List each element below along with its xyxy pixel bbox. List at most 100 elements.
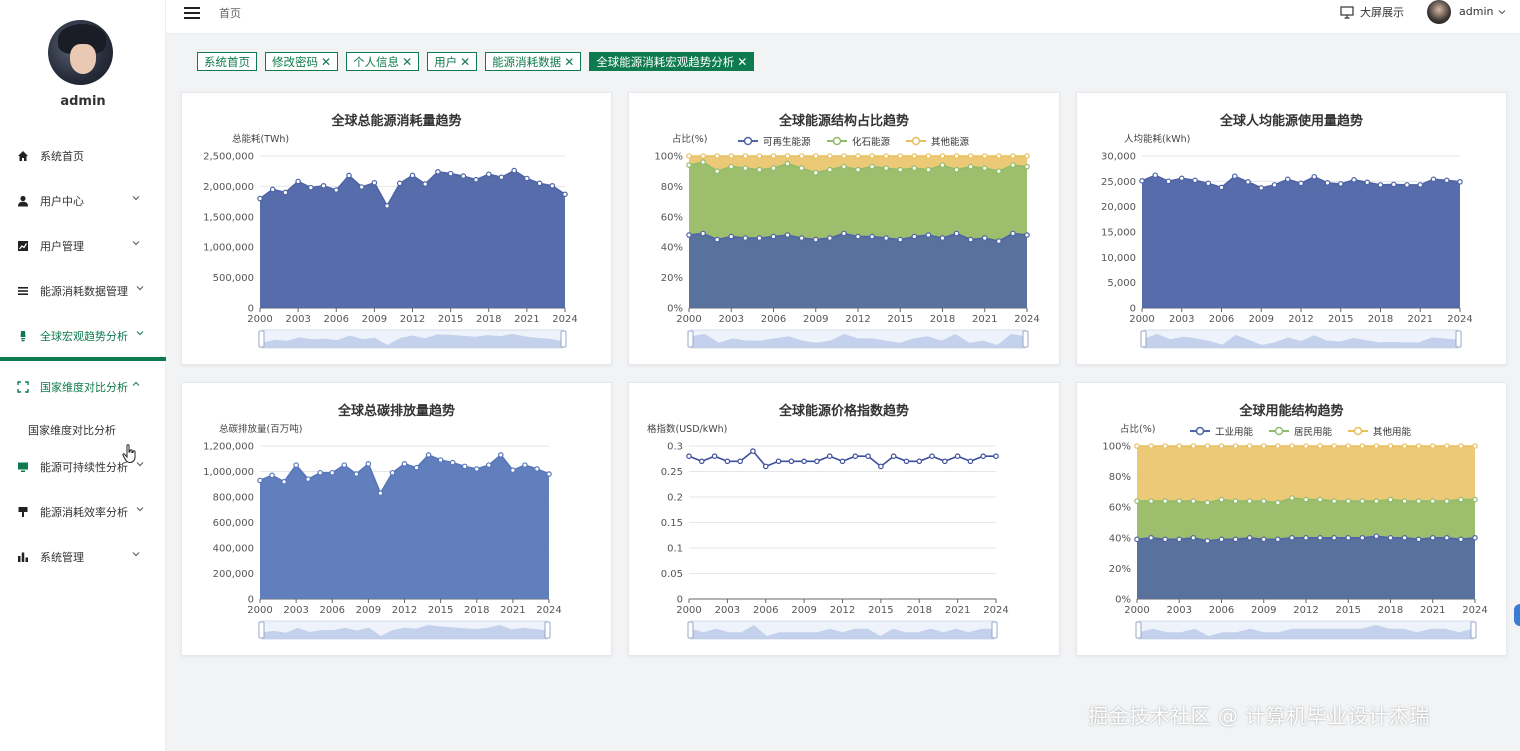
close-icon[interactable]: ✕ bbox=[402, 55, 412, 69]
x-tick-label: 2012 bbox=[1288, 314, 1313, 325]
tab-tag[interactable]: 用户 ✕ bbox=[427, 52, 478, 71]
x-tick-label: 2018 bbox=[464, 605, 489, 616]
data-point bbox=[522, 462, 528, 468]
sidebar-item-user-center[interactable]: 用户中心 bbox=[0, 186, 166, 216]
data-point bbox=[686, 232, 692, 238]
x-tick-label: 2021 bbox=[1420, 605, 1445, 616]
submenu-item-country-compare[interactable]: 国家维度对比分析 bbox=[0, 418, 166, 442]
bigscreen-button[interactable]: 大屏展示 bbox=[1340, 4, 1404, 20]
data-point bbox=[1458, 536, 1464, 543]
sidebar-item-sustainability[interactable]: 能源可持续性分析 bbox=[0, 452, 166, 482]
close-icon[interactable]: ✕ bbox=[737, 55, 747, 69]
data-point bbox=[784, 232, 791, 238]
data-point bbox=[686, 453, 692, 460]
user-name: admin bbox=[1459, 5, 1494, 18]
data-point bbox=[756, 235, 763, 241]
x-tick-label: 2018 bbox=[1378, 605, 1403, 616]
data-point bbox=[1148, 443, 1154, 449]
tab-tag-label: 修改密码 bbox=[272, 54, 318, 69]
data-point bbox=[1176, 498, 1183, 504]
data-point bbox=[295, 178, 301, 185]
x-tick-label: 2003 bbox=[1169, 314, 1194, 325]
data-point bbox=[714, 236, 720, 243]
data-point bbox=[1458, 496, 1464, 503]
legend-marker bbox=[911, 136, 921, 146]
tab-tag[interactable]: 全球能源消耗宏观趋势分析 ✕ bbox=[589, 52, 755, 71]
sidebar-item-energy-data[interactable]: 能源消耗数据管理 bbox=[0, 276, 166, 306]
sidebar-item-system[interactable]: 系统管理 bbox=[0, 542, 166, 572]
data-point bbox=[257, 477, 263, 484]
data-point bbox=[371, 179, 378, 186]
zoom-handle-right bbox=[1022, 330, 1029, 348]
data-point bbox=[549, 182, 556, 189]
data-point bbox=[1377, 182, 1384, 188]
data-point bbox=[473, 466, 480, 472]
monitor-icon bbox=[16, 460, 30, 474]
data-point bbox=[993, 453, 999, 460]
chart-panel-per-capita: 全球人均能源使用量趋势 人均能耗(kWh) 0 5,000 10,000 15,000 2… bbox=[1076, 92, 1507, 365]
x-tick-label: 2000 bbox=[1129, 314, 1154, 325]
x-tick-label: 2012 bbox=[1293, 605, 1318, 616]
data-point bbox=[1443, 177, 1450, 184]
y-tick-label: 0% bbox=[667, 304, 683, 315]
data-point bbox=[384, 203, 390, 209]
floating-button[interactable] bbox=[1514, 604, 1520, 626]
sidebar-item-global-trend[interactable]: 全球宏观趋势分析 bbox=[0, 321, 166, 351]
data-point bbox=[1232, 536, 1239, 543]
user-menu[interactable]: admin bbox=[1459, 5, 1506, 18]
y-tick-label: 10,000 bbox=[1101, 253, 1136, 264]
data-point bbox=[878, 463, 884, 470]
tab-tag[interactable]: 修改密码 ✕ bbox=[265, 52, 339, 71]
data-point bbox=[1337, 181, 1344, 187]
data-point bbox=[841, 163, 847, 170]
data-point bbox=[981, 235, 988, 241]
data-point bbox=[1303, 443, 1309, 449]
x-tick-label: 2021 bbox=[500, 605, 525, 616]
data-point bbox=[1260, 536, 1267, 543]
chevron-up-icon bbox=[132, 381, 140, 386]
data-point bbox=[257, 195, 263, 202]
avatar[interactable] bbox=[1427, 0, 1451, 24]
sidebar-item-user-management[interactable]: 用户管理 bbox=[0, 231, 166, 261]
legend-marker bbox=[832, 136, 842, 146]
x-tick-label: 2000 bbox=[247, 314, 272, 325]
data-point bbox=[1289, 535, 1295, 541]
data-point bbox=[827, 235, 833, 241]
close-icon[interactable]: ✕ bbox=[460, 55, 470, 69]
y-tick-label: 80% bbox=[661, 182, 683, 193]
data-point bbox=[1331, 498, 1337, 504]
data-point bbox=[939, 235, 946, 241]
avatar[interactable] bbox=[48, 20, 113, 85]
zoom-handle-left bbox=[258, 330, 265, 348]
x-tick-label: 2012 bbox=[400, 314, 425, 325]
chevron-down-icon bbox=[136, 507, 144, 512]
data-point bbox=[756, 153, 763, 159]
data-point bbox=[536, 180, 543, 187]
x-tick-label: 2015 bbox=[438, 314, 463, 325]
data-point bbox=[485, 171, 492, 178]
x-tick-label: 2021 bbox=[972, 314, 997, 325]
menu-toggle-icon[interactable] bbox=[184, 6, 200, 20]
data-point bbox=[1324, 180, 1331, 186]
sidebar-item-home[interactable]: 系统首页 bbox=[0, 141, 166, 171]
data-point bbox=[798, 165, 805, 171]
x-tick-label: 2012 bbox=[845, 314, 870, 325]
data-point bbox=[967, 153, 974, 159]
tab-tag[interactable]: 系统首页 bbox=[197, 52, 257, 71]
y-tick-label: 0.1 bbox=[667, 544, 683, 555]
sidebar-item-efficiency[interactable]: 能源消耗效率分析 bbox=[0, 497, 166, 527]
data-point bbox=[869, 163, 875, 170]
tab-tag[interactable]: 个人信息 ✕ bbox=[346, 52, 420, 71]
data-point bbox=[798, 153, 805, 159]
breadcrumb[interactable]: 首页 bbox=[219, 5, 241, 21]
data-point bbox=[939, 162, 946, 168]
chevron-down-icon bbox=[136, 331, 144, 336]
close-icon[interactable]: ✕ bbox=[321, 55, 331, 69]
sidebar-item-country-compare[interactable]: 国家维度对比分析 bbox=[0, 372, 166, 402]
tab-tag[interactable]: 能源消耗数据 ✕ bbox=[485, 52, 582, 71]
sidebar-item-label: 系统首页 bbox=[40, 150, 84, 163]
x-tick-label: 2006 bbox=[324, 314, 349, 325]
data-point bbox=[1373, 533, 1380, 540]
y-tick-label: 40% bbox=[661, 243, 683, 254]
close-icon[interactable]: ✕ bbox=[564, 55, 574, 69]
